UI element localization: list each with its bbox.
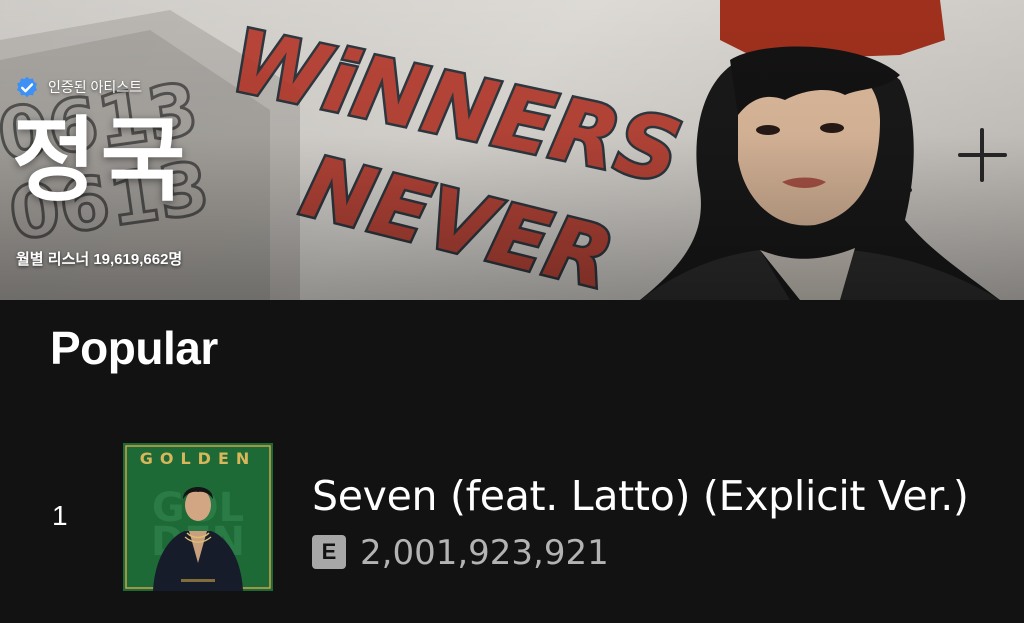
verified-artist-label: 인증된 아티스트 — [48, 79, 143, 95]
monthly-listeners: 월별 리스너 19,619,662명 — [16, 251, 183, 268]
explicit-badge-icon: E — [312, 535, 346, 569]
artist-header-banner: WiNNERS NEVER 0613 0613 인증된 아티스트 정국 월별 리… — [0, 0, 1024, 300]
album-cover[interactable]: GOL DEN GOLDEN — [123, 443, 273, 591]
popular-section-title: Popular — [50, 322, 218, 374]
track-row[interactable]: 1 GOL DEN GOLDEN Seven (feat. Latto) (Ex… — [0, 436, 1024, 606]
track-number: 1 — [52, 500, 68, 531]
artist-page: WiNNERS NEVER 0613 0613 인증된 아티스트 정국 월별 리… — [0, 0, 1024, 623]
artist-name: 정국 — [12, 107, 190, 214]
track-title[interactable]: Seven (feat. Latto) (Explicit Ver.) — [312, 472, 969, 520]
verified-badge-icon — [17, 76, 37, 98]
track-play-count: 2,001,923,921 — [360, 533, 609, 573]
album-cover-title: GOLDEN — [139, 449, 257, 468]
verified-artist-badge: 인증된 아티스트 — [14, 74, 142, 100]
